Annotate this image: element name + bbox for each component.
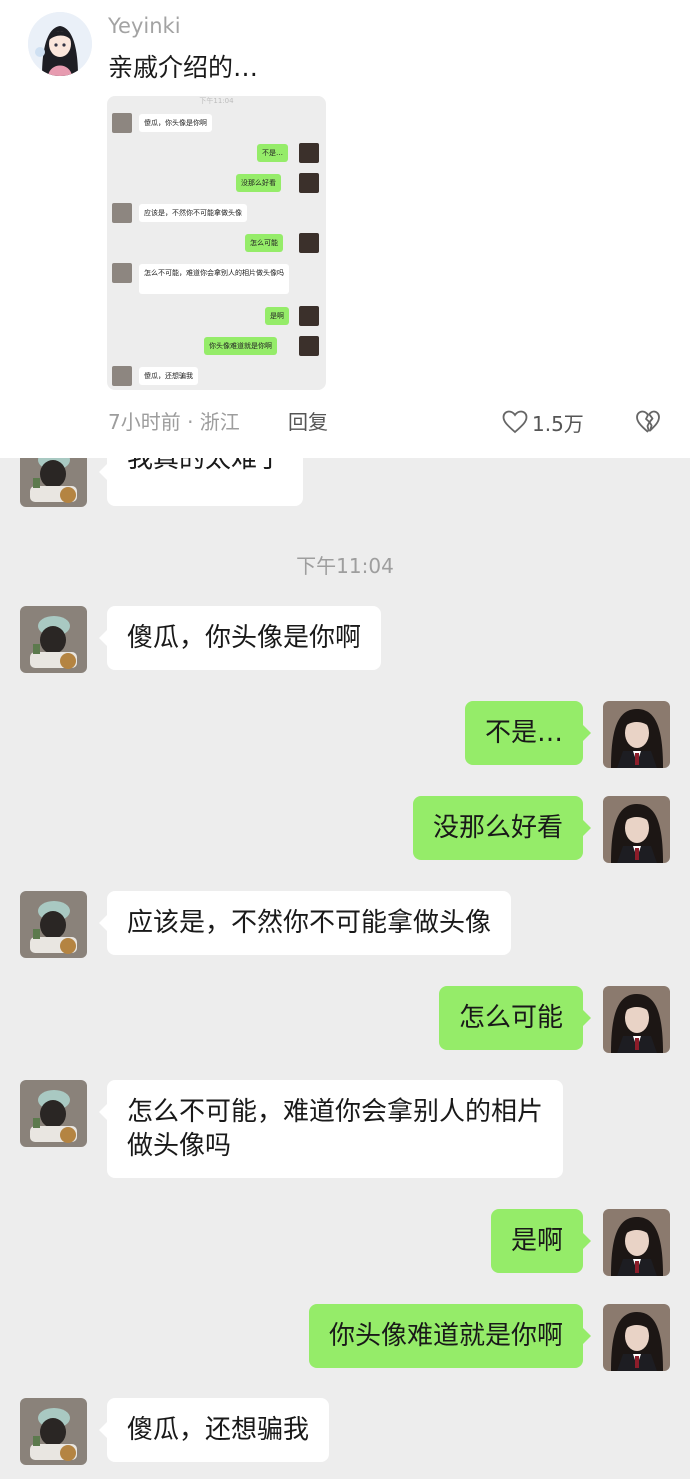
thumbnail-bubble: 不是… <box>257 144 288 162</box>
thumbnail-bubble: 怎么不可能，难道你会拿别人的相片做头像吗 <box>139 264 289 294</box>
my-avatar[interactable] <box>603 701 670 768</box>
chat-message-outgoing: 是啊 <box>0 1209 690 1276</box>
chat-message-incoming: 我真的太难了 <box>0 458 690 507</box>
thumbnail-friend-avatar <box>112 113 132 133</box>
thumbnail-bubble: 你头像难道就是你啊 <box>204 337 277 355</box>
message-bubble: 是啊 <box>490 1209 592 1273</box>
comment-meta: 7小时前 · 浙江 <box>108 410 240 434</box>
comment-image-thumbnail[interactable]: 下午11:04 傻瓜，你头像是你啊 不是… 没那么好看 应该是，不然你不可能拿做… <box>107 96 326 390</box>
thumbnail-bubble: 应该是，不然你不可能拿做头像 <box>139 204 247 222</box>
thumbnail-message: 应该是，不然你不可能拿做头像 <box>112 203 322 223</box>
my-avatar[interactable] <box>603 796 670 863</box>
chat-screenshot: 我真的太难了 下午11:04 傻瓜，你头像是你啊 不是… 没那么好看 应该是，不… <box>0 458 690 1479</box>
thumbnail-my-avatar <box>299 306 319 326</box>
friend-photo-icon <box>20 1398 87 1465</box>
thumbnail-message: 你头像难道就是你啊 <box>112 336 322 356</box>
my-avatar[interactable] <box>603 1209 670 1276</box>
my-photo-icon <box>603 1209 670 1276</box>
message-bubble: 怎么不可能，难道你会拿别人的相片 做头像吗 <box>98 1080 564 1178</box>
thumbnail-message: 没那么好看 <box>112 173 322 193</box>
commenter-avatar[interactable] <box>28 12 92 76</box>
message-line-2: 做头像吗 <box>127 1131 232 1161</box>
thumbnail-timestamp: 下午11:04 <box>199 97 234 105</box>
my-photo-icon <box>603 986 670 1053</box>
dislike-button[interactable] <box>634 408 662 436</box>
my-avatar[interactable] <box>603 1304 670 1371</box>
thumbnail-bubble: 是啊 <box>265 307 289 325</box>
message-line-1: 怎么不可能，难道你会拿别人的相片 <box>127 1097 544 1127</box>
chat-message-incoming: 应该是，不然你不可能拿做头像 <box>0 891 690 958</box>
message-bubble: 傻瓜，还想骗我 <box>98 1398 330 1462</box>
friend-photo-icon <box>20 891 87 958</box>
message-bubble: 我真的太难了 <box>98 458 304 506</box>
like-count: 1.5万 <box>532 411 584 436</box>
thumbnail-message: 不是… <box>112 143 322 163</box>
chat-message-incoming: 傻瓜，你头像是你啊 <box>0 606 690 673</box>
message-bubble: 你头像难道就是你啊 <box>308 1304 592 1368</box>
heart-icon <box>502 410 528 434</box>
thumbnail-my-avatar <box>299 143 319 163</box>
friend-photo-icon <box>20 606 87 673</box>
chat-message-outgoing: 怎么可能 <box>0 986 690 1053</box>
thumbnail-friend-avatar <box>112 263 132 283</box>
thumbnail-my-avatar <box>299 336 319 356</box>
reply-button[interactable]: 回复 <box>288 406 328 435</box>
thumbnail-message: 怎么可能 <box>112 233 322 253</box>
chat-message-outgoing: 不是… <box>0 701 690 768</box>
thumbnail-my-avatar <box>299 233 319 253</box>
friend-photo-icon <box>20 1080 87 1147</box>
comment-card: Yeyinki 亲戚介绍的… 下午11:04 傻瓜，你头像是你啊 不是… 没那么… <box>0 0 690 458</box>
thumbnail-bubble: 傻瓜，还想骗我 <box>139 367 198 385</box>
comment-text: 亲戚介绍的… <box>108 53 259 82</box>
chat-message-outgoing: 没那么好看 <box>0 796 690 863</box>
friend-avatar[interactable] <box>20 891 87 958</box>
friend-avatar[interactable] <box>20 606 87 673</box>
friend-avatar[interactable] <box>20 1080 87 1147</box>
my-avatar[interactable] <box>603 986 670 1053</box>
friend-avatar[interactable] <box>20 1398 87 1465</box>
thumbnail-bubble: 没那么好看 <box>236 174 281 192</box>
thumbnail-bubble: 傻瓜，你头像是你啊 <box>139 114 212 132</box>
thumbnail-friend-avatar <box>112 366 132 386</box>
thumbnail-my-avatar <box>299 173 319 193</box>
chat-message-incoming: 傻瓜，还想骗我 <box>0 1398 690 1465</box>
thumbnail-message: 怎么不可能，难道你会拿别人的相片做头像吗 <box>112 263 322 295</box>
anime-girl-avatar-icon <box>28 12 92 76</box>
my-photo-icon <box>603 796 670 863</box>
chat-message-outgoing: 你头像难道就是你啊 <box>0 1304 690 1371</box>
friend-avatar[interactable] <box>20 458 87 507</box>
my-photo-icon <box>603 1304 670 1371</box>
thumbnail-message: 傻瓜，你头像是你啊 <box>112 113 322 133</box>
thumbnail-friend-avatar <box>112 203 132 223</box>
message-bubble: 怎么可能 <box>438 986 592 1050</box>
chat-timestamp: 下午11:04 <box>296 554 394 578</box>
like-button[interactable]: 1.5万 <box>502 408 584 436</box>
commenter-name[interactable]: Yeyinki <box>108 14 181 38</box>
broken-heart-icon <box>636 410 660 433</box>
chat-message-incoming: 怎么不可能，难道你会拿别人的相片 做头像吗 <box>0 1080 690 1180</box>
friend-photo-icon <box>20 458 87 507</box>
message-bubble: 不是… <box>464 701 592 765</box>
thumbnail-message: 是啊 <box>112 306 322 326</box>
message-bubble: 应该是，不然你不可能拿做头像 <box>98 891 512 955</box>
thumbnail-bubble: 怎么可能 <box>245 234 283 252</box>
message-bubble: 傻瓜，你头像是你啊 <box>98 606 382 670</box>
message-bubble: 没那么好看 <box>412 796 592 860</box>
my-photo-icon <box>603 701 670 768</box>
thumbnail-message: 傻瓜，还想骗我 <box>112 366 322 386</box>
